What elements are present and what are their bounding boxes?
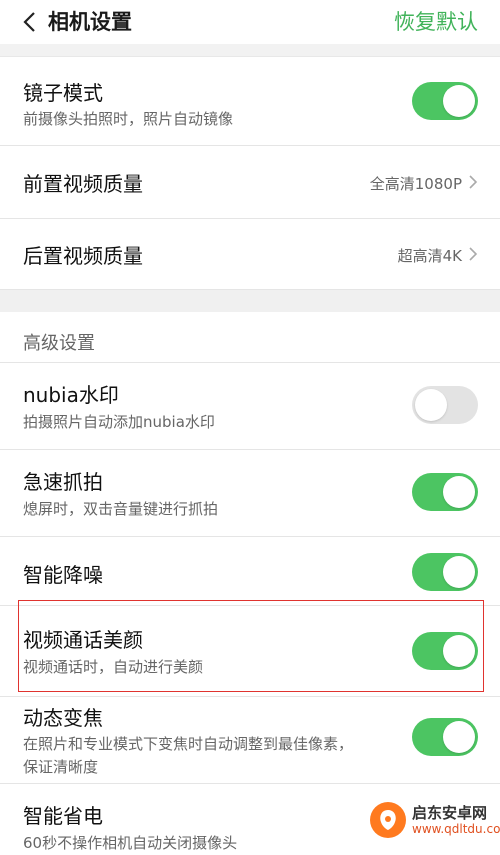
rear-video-quality-value: 超高清4K <box>397 247 462 265</box>
restore-defaults-button[interactable]: 恢复默认 <box>394 6 478 36</box>
noise-reduction-toggle[interactable] <box>412 553 478 591</box>
toggle-knob <box>443 721 475 753</box>
page-title: 相机设置 <box>48 10 132 34</box>
front-video-quality-value: 全高清1080P <box>369 175 462 193</box>
setting-row-rear-video-quality[interactable]: 后置视频质量 超高清4K <box>0 219 500 290</box>
setting-row-noise-reduction[interactable]: 智能降噪 <box>0 537 500 606</box>
video-call-beauty-toggle[interactable] <box>412 632 478 670</box>
video-call-beauty-title: 视频通话美颜 <box>23 628 143 652</box>
app-header: 相机设置 恢复默认 <box>0 0 500 44</box>
mirror-mode-toggle[interactable] <box>412 82 478 120</box>
dynamic-zoom-subtitle-line1: 在照片和专业模式下变焦时自动调整到最佳像素， <box>23 735 354 753</box>
dynamic-zoom-subtitle-line2: 保证清晰度 <box>23 758 99 776</box>
section-divider <box>0 290 500 312</box>
dynamic-zoom-title: 动态变焦 <box>23 706 103 730</box>
power-saving-subtitle: 60秒不操作相机自动关闭摄像头 <box>23 834 238 852</box>
setting-row-mirror-mode[interactable]: 镜子模式 前摄像头拍照时，照片自动镜像 <box>0 57 500 146</box>
setting-row-front-video-quality[interactable]: 前置视频质量 全高清1080P <box>0 146 500 219</box>
setting-row-video-call-beauty[interactable]: 视频通话美颜 视频通话时，自动进行美颜 <box>0 606 500 697</box>
nubia-watermark-toggle[interactable] <box>412 386 478 424</box>
front-video-quality-title: 前置视频质量 <box>23 172 143 196</box>
quick-snap-toggle[interactable] <box>412 473 478 511</box>
toggle-knob <box>443 635 475 667</box>
advanced-section-header-row: 高级设置 <box>0 312 500 363</box>
setting-row-dynamic-zoom[interactable]: 动态变焦 在照片和专业模式下变焦时自动调整到最佳像素， 保证清晰度 <box>0 697 500 784</box>
site-watermark-name: 启东安卓网 <box>412 804 488 822</box>
chevron-right-icon <box>469 175 478 189</box>
header-divider <box>0 44 500 57</box>
toggle-knob <box>443 556 475 588</box>
dynamic-zoom-toggle[interactable] <box>412 718 478 756</box>
site-watermark: 启东安卓网 www.qdltdu.com <box>366 800 500 842</box>
setting-row-nubia-watermark[interactable]: nubia水印 拍摄照片自动添加nubia水印 <box>0 363 500 450</box>
rear-video-quality-title: 后置视频质量 <box>23 244 143 268</box>
power-saving-title: 智能省电 <box>23 804 103 828</box>
chevron-right-icon <box>469 247 478 261</box>
toggle-knob <box>443 476 475 508</box>
quick-snap-subtitle: 熄屏时，双击音量键进行抓拍 <box>23 500 219 518</box>
back-arrow-icon[interactable] <box>16 8 44 36</box>
nubia-watermark-subtitle: 拍摄照片自动添加nubia水印 <box>23 413 215 431</box>
mirror-mode-title: 镜子模式 <box>23 81 103 105</box>
advanced-section-title: 高级设置 <box>23 333 95 354</box>
toggle-knob <box>443 85 475 117</box>
video-call-beauty-subtitle: 视频通话时，自动进行美颜 <box>23 658 204 676</box>
site-watermark-url: www.qdltdu.com <box>412 822 500 836</box>
nubia-watermark-title: nubia水印 <box>23 383 119 407</box>
toggle-knob <box>415 389 447 421</box>
site-logo-icon <box>370 802 406 838</box>
setting-row-quick-snap[interactable]: 急速抓拍 熄屏时，双击音量键进行抓拍 <box>0 450 500 537</box>
quick-snap-title: 急速抓拍 <box>23 470 103 494</box>
mirror-mode-subtitle: 前摄像头拍照时，照片自动镜像 <box>23 110 234 128</box>
noise-reduction-title: 智能降噪 <box>23 563 103 587</box>
